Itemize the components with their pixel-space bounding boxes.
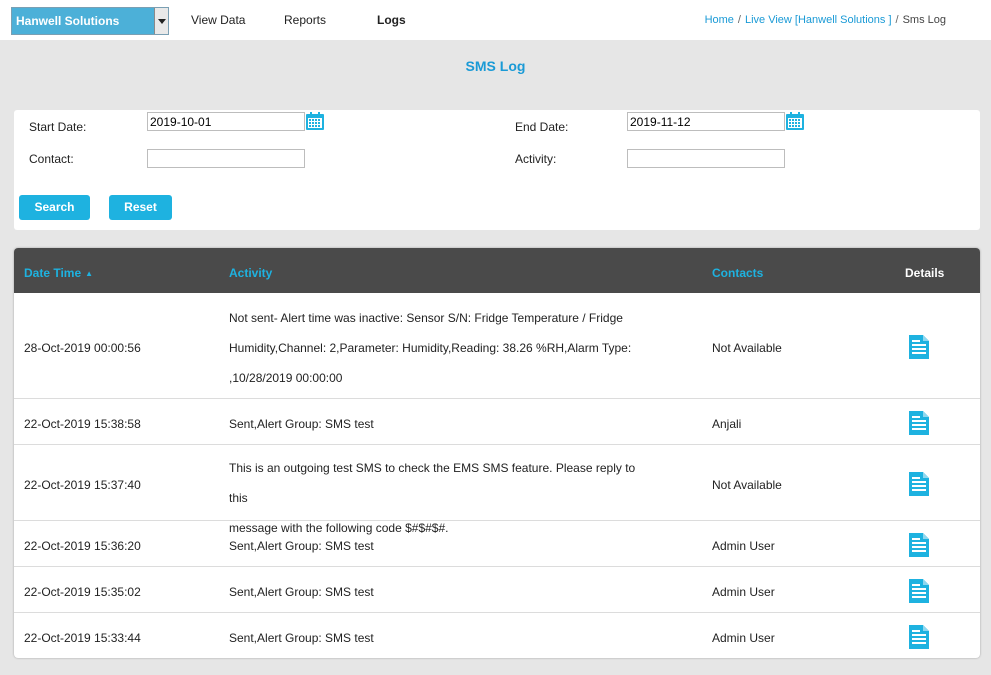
breadcrumb-home[interactable]: Home [705, 14, 734, 26]
row-activity: Not sent- Alert time was inactive: Senso… [229, 303, 649, 393]
calendar-icon[interactable] [785, 111, 805, 131]
row-date-time: 28-Oct-2019 00:00:56 [24, 341, 141, 355]
page-title: SMS Log [465, 58, 526, 74]
row-activity: Sent,Alert Group: SMS test [229, 417, 374, 431]
row-activity: Sent,Alert Group: SMS test [229, 539, 374, 553]
row-activity-line: Sent,Alert Group: SMS test [229, 417, 374, 431]
table-row: 28-Oct-2019 00:00:56 Not sent- Alert tim… [14, 293, 980, 399]
search-button[interactable]: Search [19, 195, 90, 220]
nav-logs[interactable]: Logs [377, 13, 406, 27]
table-row: 22-Oct-2019 15:35:02 Sent,Alert Group: S… [14, 567, 980, 613]
contact-label: Contact: [29, 152, 74, 166]
row-activity: Sent,Alert Group: SMS test [229, 585, 374, 599]
row-activity: Sent,Alert Group: SMS test [229, 631, 374, 645]
top-navigation-bar: Hanwell Solutions View Data Reports Logs… [0, 0, 991, 40]
breadcrumb-separator: / [895, 14, 899, 26]
row-activity-line: Humidity,Channel: 2,Parameter: Humidity,… [229, 341, 632, 355]
site-selector-dropdown[interactable]: Hanwell Solutions [11, 7, 169, 35]
row-contact: Anjali [712, 417, 742, 431]
row-date-time: 22-Oct-2019 15:36:20 [24, 539, 141, 553]
document-icon[interactable] [907, 578, 931, 604]
activity-input[interactable] [627, 149, 785, 168]
row-contact: Admin User [712, 539, 775, 553]
calendar-icon[interactable] [305, 111, 325, 131]
document-icon[interactable] [907, 334, 931, 360]
row-date-time: 22-Oct-2019 15:37:40 [24, 478, 141, 492]
table-row: 22-Oct-2019 15:37:40 This is an outgoing… [14, 445, 980, 535]
row-activity-line: ,10/28/2019 00:00:00 [229, 371, 343, 385]
site-selector-label: Hanwell Solutions [16, 14, 120, 28]
contact-input[interactable] [147, 149, 305, 168]
sort-ascending-icon: ▲ [85, 269, 94, 278]
filter-panel: Start Date: End Date: Contact: Activity:… [14, 110, 980, 230]
chevron-down-icon[interactable] [154, 8, 168, 34]
end-date-label: End Date: [515, 120, 569, 134]
reset-button[interactable]: Reset [109, 195, 172, 220]
column-header-date-time-label: Date Time [24, 266, 82, 280]
row-contact: Not Available [712, 478, 782, 492]
start-date-label: Start Date: [29, 120, 87, 134]
column-header-date-time[interactable]: Date Time ▲ [24, 266, 93, 280]
sms-log-table: Date Time ▲ Activity Contacts Details 28-… [14, 248, 980, 658]
column-header-contacts[interactable]: Contacts [712, 266, 763, 280]
nav-reports[interactable]: Reports [284, 13, 326, 27]
row-contact: Admin User [712, 585, 775, 599]
column-header-details: Details [905, 266, 945, 280]
end-date-input[interactable] [627, 112, 785, 131]
table-row: 22-Oct-2019 15:33:44 Sent,Alert Group: S… [14, 613, 980, 658]
row-activity-line: Sent,Alert Group: SMS test [229, 539, 374, 553]
row-date-time: 22-Oct-2019 15:38:58 [24, 417, 141, 431]
document-icon[interactable] [907, 532, 931, 558]
start-date-input[interactable] [147, 112, 305, 131]
document-icon[interactable] [907, 410, 931, 436]
row-contact: Admin User [712, 631, 775, 645]
row-date-time: 22-Oct-2019 15:35:02 [24, 585, 141, 599]
row-activity-line: Sent,Alert Group: SMS test [229, 585, 374, 599]
breadcrumb-current: Sms Log [902, 14, 946, 26]
table-row: 22-Oct-2019 15:36:20 Sent,Alert Group: S… [14, 521, 980, 567]
breadcrumb-live-view[interactable]: Live View [Hanwell Solutions ] [745, 14, 892, 26]
breadcrumb-separator: / [737, 14, 741, 26]
breadcrumb: Home / Live View [Hanwell Solutions ] / Sms … [705, 14, 946, 26]
row-activity-line: This is an outgoing test SMS to check th… [229, 461, 636, 505]
table-row: 22-Oct-2019 15:38:58 Sent,Alert Group: S… [14, 399, 980, 445]
activity-label: Activity: [515, 152, 557, 166]
table-header: Date Time ▲ Activity Contacts Details [14, 248, 980, 293]
document-icon[interactable] [907, 471, 931, 497]
row-activity-line: Sent,Alert Group: SMS test [229, 631, 374, 645]
document-icon[interactable] [907, 624, 931, 650]
column-header-activity[interactable]: Activity [229, 266, 272, 280]
row-date-time: 22-Oct-2019 15:33:44 [24, 631, 141, 645]
nav-view-data[interactable]: View Data [191, 13, 245, 27]
row-contact: Not Available [712, 341, 782, 355]
row-activity-line: Not sent- Alert time was inactive: Senso… [229, 311, 623, 325]
